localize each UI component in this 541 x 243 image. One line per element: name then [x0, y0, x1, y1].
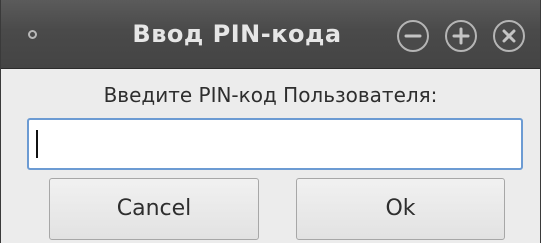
close-icon	[502, 29, 516, 43]
minimize-button[interactable]	[397, 20, 429, 52]
pin-input[interactable]	[27, 118, 523, 170]
title-bar[interactable]: Ввод PIN-кода	[1, 0, 540, 69]
window-title: Ввод PIN-кода	[132, 20, 342, 48]
maximize-icon	[452, 27, 470, 45]
cancel-button[interactable]: Cancel	[49, 178, 259, 240]
ok-button[interactable]: Ok	[296, 178, 505, 240]
close-button[interactable]	[493, 20, 525, 52]
maximize-button[interactable]	[445, 20, 477, 52]
text-caret	[36, 130, 38, 158]
pin-dialog-window: Ввод PIN-кода Введите PIN-код Пользовате…	[0, 0, 541, 243]
window-menu-dot-icon[interactable]	[28, 30, 37, 39]
minimize-icon	[404, 34, 422, 38]
pin-prompt-label: Введите PIN-код Пользователя:	[103, 83, 438, 107]
